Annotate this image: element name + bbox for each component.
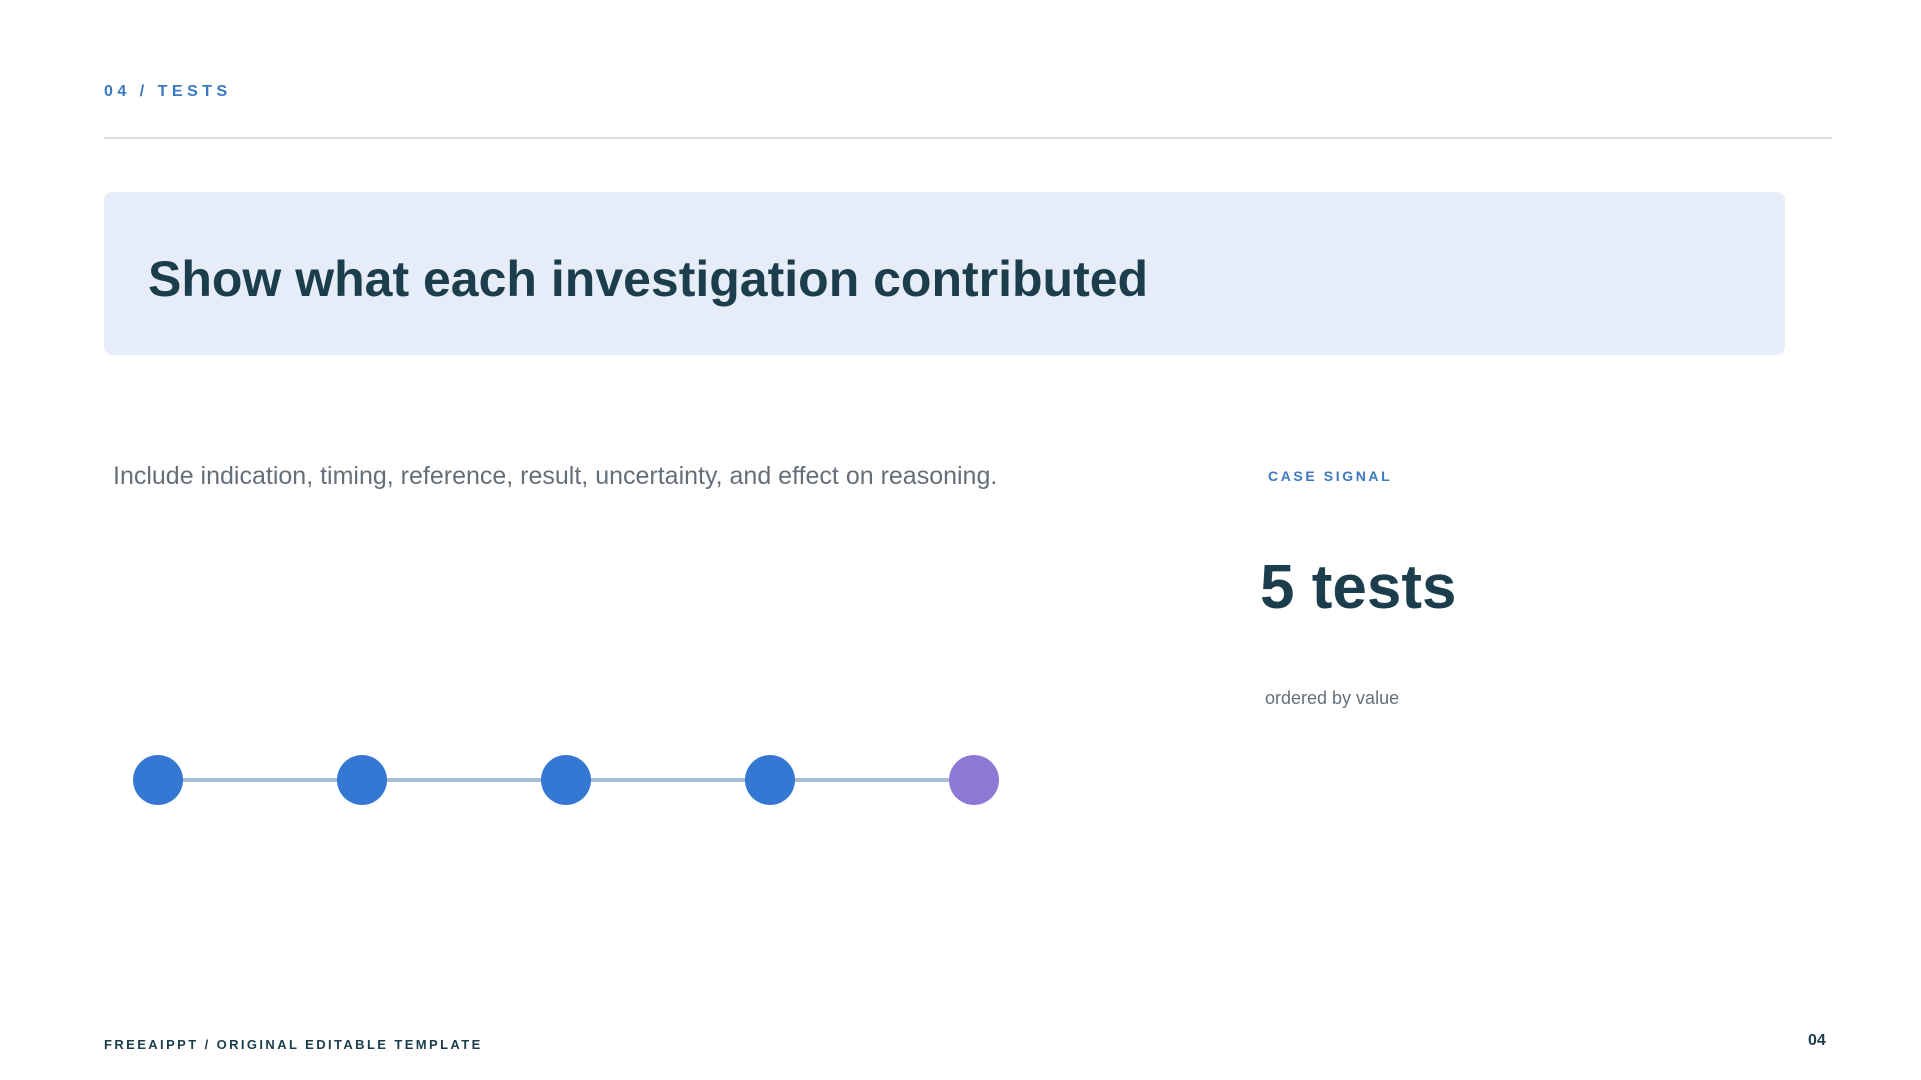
case-signal-note: ordered by value [1265,688,1400,708]
body-text: Include indication, timing, reference, r… [113,462,998,490]
case-signal-value: 5 tests [1260,553,1457,622]
timeline-node [541,755,591,805]
page-number: 04 [1808,1032,1826,1049]
timeline-node [949,755,999,805]
case-signal-label: CASE SIGNAL [1268,468,1393,484]
header-divider [104,137,1832,139]
slide-title: Show what each investigation contributed [148,251,1149,307]
timeline-node [133,755,183,805]
footer-brand: FREEAIPPT / ORIGINAL EDITABLE TEMPLATE [104,1037,483,1052]
timeline-node [745,755,795,805]
title-banner: Show what each investigation contributed [104,192,1785,355]
test-timeline [130,750,1005,810]
timeline-node [337,755,387,805]
section-label: 04 / TESTS [104,83,232,100]
